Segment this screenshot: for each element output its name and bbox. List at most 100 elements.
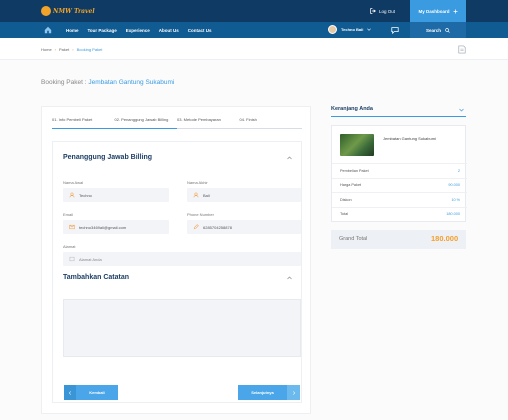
logout-icon [370, 8, 376, 14]
page-title-package: Jembatan Gantung Sukabumi [88, 79, 175, 86]
address-placeholder: Alamat Anda [79, 256, 102, 262]
chevron-up-icon[interactable] [287, 156, 292, 160]
row-label: Pembelian Paket [340, 169, 369, 173]
booking-steps: 01. Info Pembeli Paket 02. Penanggung Ja… [52, 115, 302, 129]
cart-row-diskon: Diskon 10 % [340, 198, 460, 202]
chevron-down-icon[interactable] [459, 108, 464, 112]
last-name-value: Bali [203, 192, 210, 198]
search-button[interactable]: Search [410, 22, 466, 38]
row-value: 90.000 [448, 183, 460, 187]
dashboard-label: My Dashboard [418, 8, 450, 14]
next-label: Selanjutnya [251, 390, 274, 395]
chat-icon[interactable] [391, 26, 399, 34]
address-field[interactable]: Alamat Anda [63, 252, 301, 266]
notes-textarea[interactable] [63, 299, 301, 357]
breadcrumb-separator-icon: › [72, 47, 74, 52]
nav-item-experience[interactable]: Experience [126, 28, 150, 33]
back-button[interactable]: Kembali [64, 385, 118, 400]
mail-icon [69, 224, 75, 230]
grand-total-bar: Grand Total 180.000 [331, 230, 466, 249]
nav-item-contact-us[interactable]: Contact Us [188, 28, 212, 33]
divider [332, 163, 467, 164]
breadcrumb-current: Booking Paket [76, 47, 103, 52]
billing-section-title: Penanggung Jawab Billing [63, 154, 153, 161]
cart-row-harga: Harga Paket 90.000 [340, 183, 460, 187]
search-label: Search [425, 27, 441, 33]
logout-link[interactable]: Log Out [370, 8, 395, 14]
step-penanggung-jawab[interactable]: 02. Penanggung Jawab Billing [114, 115, 177, 129]
row-value: 2 [457, 169, 460, 173]
pencil-icon [193, 224, 199, 230]
user-icon [69, 192, 75, 198]
step-metode-pembayaran[interactable]: 03. Metode Pembayaran [177, 115, 240, 129]
breadcrumb-bar: Home › Paket › Booking Paket [0, 38, 508, 60]
site-logo[interactable]: NMW Travel [41, 6, 95, 16]
nav-item-about-us[interactable]: About Us [159, 28, 179, 33]
user-name: Techno Bali [341, 27, 364, 32]
row-label: Diskon [340, 198, 352, 202]
step-info-pembeli[interactable]: 01. Info Pembeli Paket [52, 115, 115, 129]
first-name-value: Techno [79, 192, 92, 198]
address-label: Alamat [63, 244, 76, 249]
cart-title: Keranjang Anda [331, 106, 373, 112]
step-finish[interactable]: 04. Finish [239, 115, 302, 129]
main-nav: Home Tour Package Experience About Us Co… [0, 22, 508, 38]
phone-value: 6285704258878 [203, 224, 232, 230]
top-bar: NMW Travel Log Out My Dashboard [0, 0, 508, 22]
nav-menu: Home Tour Package Experience About Us Co… [66, 22, 211, 38]
divider [332, 178, 467, 179]
booking-form-card: 01. Info Pembeli Paket 02. Penanggung Ja… [41, 106, 311, 414]
package-thumbnail [340, 134, 374, 156]
cart-header: Keranjang Anda [331, 103, 466, 117]
phone-field[interactable]: 6285704258878 [187, 220, 301, 234]
my-dashboard-button[interactable]: My Dashboard [410, 0, 466, 22]
chevron-down-icon [367, 28, 372, 31]
breadcrumb: Home › Paket › Booking Paket [41, 47, 102, 52]
grand-total-label: Grand Total [339, 236, 368, 242]
first-name-label: Nama Awal [63, 180, 84, 185]
cart-row-total: Total 180.000 [340, 212, 460, 216]
next-button[interactable]: Selanjutnya [238, 385, 300, 400]
logo-text: NMW Travel [53, 7, 95, 15]
cart-summary: Jembatan Gantung Sukabumi Pembelian Pake… [331, 125, 467, 222]
search-icon [445, 27, 450, 33]
logo-icon [41, 6, 51, 16]
row-value: 10 % [451, 198, 460, 202]
cart-row-pembelian: Pembelian Paket 2 [340, 169, 460, 173]
arrow-left-icon [64, 385, 76, 400]
nav-item-tour-package[interactable]: Tour Package [88, 28, 117, 33]
location-icon [69, 256, 75, 262]
logout-label: Log Out [379, 8, 396, 14]
avatar [328, 25, 337, 34]
billing-card: Penanggung Jawab Billing Nama Awal Techn… [52, 141, 302, 403]
document-icon[interactable] [458, 45, 466, 54]
arrow-right-icon [287, 385, 300, 400]
chevron-up-icon[interactable] [287, 276, 292, 280]
breadcrumb-separator-icon: › [54, 47, 57, 52]
grand-total-value: 180.000 [431, 234, 459, 243]
page-title: Booking Paket : Jembatan Gantung Sukabum… [41, 79, 174, 86]
divider [332, 192, 467, 193]
breadcrumb-paket[interactable]: Paket [59, 47, 69, 52]
nav-item-home[interactable]: Home [66, 28, 79, 33]
page-title-prefix: Booking Paket : [41, 79, 87, 86]
cart-item-name: Jembatan Gantung Sukabumi [383, 136, 436, 141]
email-label: Email [63, 212, 74, 217]
last-name-label: Nama Akhir [187, 180, 208, 185]
first-name-field[interactable]: Techno [63, 188, 169, 202]
email-value: techno3469ali@gmail.com [79, 224, 127, 230]
back-label: Kembali [89, 390, 105, 395]
email-field[interactable]: techno3469ali@gmail.com [63, 220, 169, 234]
user-icon [193, 192, 199, 198]
divider [332, 207, 467, 208]
row-label: Harga Paket [340, 183, 362, 187]
notes-section-title: Tambahkan Catatan [63, 274, 129, 281]
home-icon[interactable] [44, 26, 52, 34]
breadcrumb-home[interactable]: Home [41, 47, 52, 52]
last-name-field[interactable]: Bali [187, 188, 301, 202]
phone-label: Phone Number [187, 212, 214, 217]
plus-icon [453, 9, 457, 13]
user-menu[interactable]: Techno Bali [328, 25, 372, 34]
row-value: 180.000 [446, 212, 460, 216]
row-label: Total [340, 212, 349, 216]
